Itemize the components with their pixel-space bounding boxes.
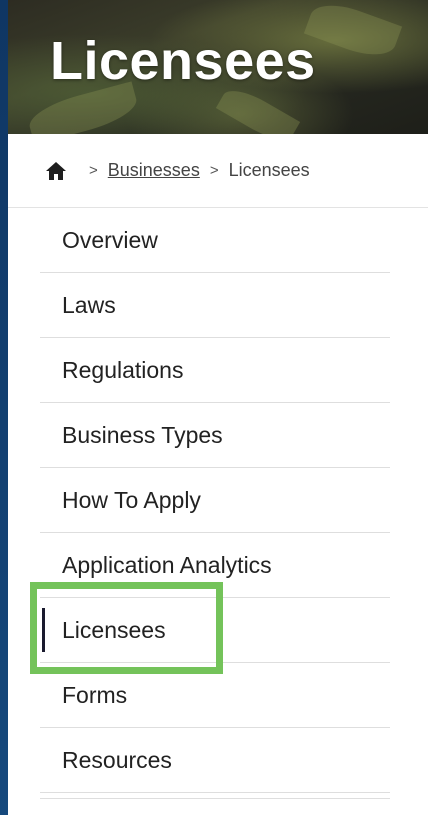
- nav-item-label: How To Apply: [62, 486, 201, 513]
- breadcrumb: > Businesses > Licensees: [8, 134, 428, 208]
- nav-item-label: Application Analytics: [62, 551, 272, 578]
- nav-item-overview[interactable]: Overview: [40, 208, 390, 273]
- hero-banner: Licensees: [8, 0, 428, 134]
- nav-item-regulations[interactable]: Regulations: [40, 338, 390, 403]
- nav-item-licensees[interactable]: Licensees: [40, 598, 390, 663]
- nav-item-label: Business Types: [62, 421, 223, 448]
- nav-item-application-analytics[interactable]: Application Analytics: [40, 533, 390, 598]
- breadcrumb-separator: >: [89, 162, 98, 179]
- page-background-edge: [0, 0, 8, 815]
- breadcrumb-separator: >: [209, 162, 219, 179]
- nav-item-label: Forms: [62, 681, 128, 708]
- home-icon[interactable]: [45, 161, 67, 181]
- nav-item-label: Resources: [62, 746, 172, 773]
- nav-item-label: Licensees: [62, 616, 166, 643]
- nav-item-label: Laws: [62, 291, 116, 318]
- side-nav: Overview Laws Regulations Business Types…: [40, 208, 390, 799]
- nav-item-label: Overview: [62, 226, 158, 253]
- nav-item-laws[interactable]: Laws: [40, 273, 390, 338]
- breadcrumb-current: Licensees: [228, 160, 310, 180]
- hero-leaf-decoration: [303, 0, 403, 65]
- nav-item-business-types[interactable]: Business Types: [40, 403, 390, 468]
- nav-item-how-to-apply[interactable]: How To Apply: [40, 468, 390, 533]
- breadcrumb-link-businesses[interactable]: Businesses: [108, 160, 200, 181]
- page-title: Licensees: [50, 31, 316, 91]
- nav-item-resources[interactable]: Resources: [40, 728, 390, 793]
- nav-item-forms[interactable]: Forms: [40, 663, 390, 728]
- nav-divider: [40, 793, 390, 799]
- nav-item-label: Regulations: [62, 356, 184, 383]
